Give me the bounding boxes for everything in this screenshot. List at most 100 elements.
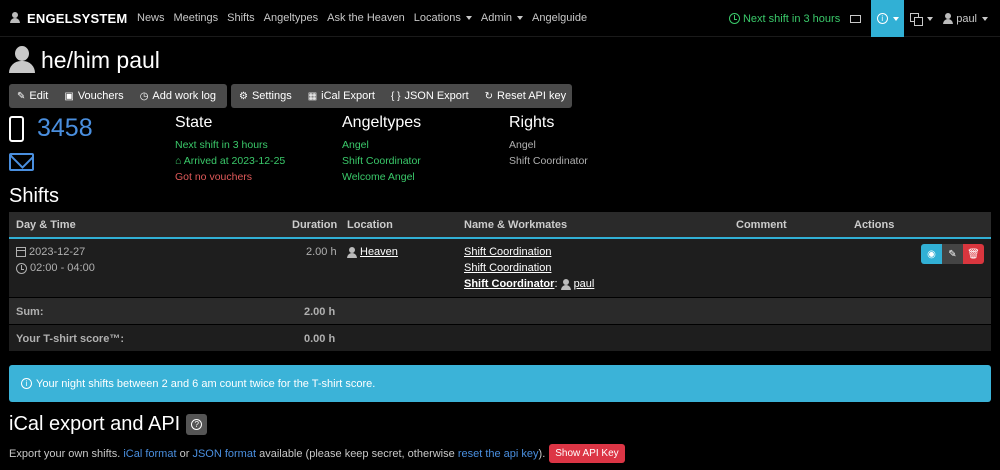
ical-export-label: iCal Export <box>321 90 375 102</box>
shift-workmates: Shift Coordinator : paul <box>464 278 594 290</box>
nav-angeltypes[interactable]: Angeltypes <box>264 12 318 24</box>
phone-info: 3458 <box>9 114 93 143</box>
chevron-down-icon <box>465 16 472 20</box>
column-header: Comment <box>736 219 787 231</box>
shift-type-link[interactable]: Shift Coordination <box>464 262 551 274</box>
alert-text: Your night shifts between 2 and 6 am cou… <box>36 377 376 390</box>
language-dropdown[interactable] <box>910 13 934 26</box>
shift-time: 02:00 - 04:00 <box>16 262 95 274</box>
view-button[interactable]: ◉ <box>921 244 942 264</box>
user-dropdown[interactable]: paul <box>943 13 988 25</box>
nav-locations-dropdown[interactable]: Locations <box>414 12 472 24</box>
user-icon <box>560 278 571 290</box>
edit-button[interactable]: ✎ Edit <box>9 84 56 108</box>
shift-date-text: 2023-12-27 <box>29 246 86 258</box>
pencil-icon: ✎ <box>948 248 957 260</box>
location-pin-icon <box>347 246 357 258</box>
next-shift-link[interactable]: Next shift in 3 hours <box>728 12 841 25</box>
shift-name-link[interactable]: Shift Coordination <box>464 246 551 258</box>
score-label: Your T-shirt score™: <box>16 333 124 345</box>
ical-text: Export your own shifts. <box>9 447 121 460</box>
nav-shifts[interactable]: Shifts <box>227 12 255 24</box>
clock-icon <box>16 262 27 274</box>
nav-news[interactable]: News <box>137 12 165 24</box>
reset-api-key-button[interactable]: ↻ Reset API key <box>477 84 574 108</box>
angeltype-item[interactable]: Angel <box>342 137 421 153</box>
page-title-text: he/him paul <box>41 46 160 73</box>
nav-admin-dropdown[interactable]: Admin <box>480 12 524 24</box>
edit-label: Edit <box>29 90 49 102</box>
email-icon[interactable] <box>9 153 34 171</box>
sum-value: 2.00 h <box>304 306 336 318</box>
phone-icon <box>9 115 24 142</box>
info-dropdown[interactable]: i <box>871 0 905 37</box>
ical-text: or <box>179 447 190 460</box>
nav-meetings[interactable]: Meetings <box>174 12 219 24</box>
braces-icon: { } <box>390 90 401 102</box>
ical-export-button[interactable]: ▦ iCal Export <box>300 84 383 108</box>
nav-ask-heaven[interactable]: Ask the Heaven <box>327 12 405 24</box>
angeltype-item[interactable]: Welcome Angel <box>342 169 421 185</box>
nav-admin-label: Admin <box>480 12 513 24</box>
chevron-down-icon <box>892 16 899 21</box>
json-format-link[interactable]: JSON format <box>192 448 256 460</box>
ical-text: ). <box>538 447 546 460</box>
ticket-icon: ▣ <box>64 90 74 102</box>
eye-icon: ◉ <box>927 248 936 260</box>
clock-icon: ◷ <box>139 90 149 102</box>
rights-column: Rights Angel Shift Coordinator <box>509 114 588 169</box>
ical-heading-text: iCal export and API <box>9 413 181 435</box>
nav-angelguide[interactable]: Angelguide <box>532 12 587 24</box>
score-row: Your T-shirt score™: 0.00 h <box>9 325 991 352</box>
angeltype-item[interactable]: Shift Coordinator <box>342 153 421 169</box>
user-icon <box>943 13 954 24</box>
messages-icon[interactable] <box>850 14 862 23</box>
add-work-log-button[interactable]: ◷ Add work log <box>132 84 224 108</box>
trash-icon: 🗑 <box>967 248 980 260</box>
next-shift-text: Next shift in 3 hours <box>742 12 841 25</box>
sum-row: Sum: 2.00 h <box>9 298 991 325</box>
vouchers-label: Vouchers <box>77 90 124 102</box>
shift-location-link[interactable]: Heaven <box>347 246 398 258</box>
nav-locations-label: Locations <box>413 12 461 24</box>
show-api-key-button[interactable]: Show API Key <box>549 444 625 463</box>
rights-heading: Rights <box>509 114 555 131</box>
question-icon: ? <box>191 419 203 430</box>
ical-format-link[interactable]: iCal format <box>123 448 176 460</box>
table-header: Day & Time Duration Location Name & Work… <box>9 212 991 239</box>
phone-number[interactable]: 3458 <box>37 114 93 143</box>
column-header: Location <box>347 219 393 231</box>
shifts-heading: Shifts <box>9 185 60 207</box>
calendar-icon: ▦ <box>307 90 318 102</box>
brand-link[interactable]: ENGELSYSTEM <box>10 11 127 26</box>
state-arrived: ⌂ Arrived at 2023-12-25 <box>175 153 285 169</box>
settings-button[interactable]: ⚙ Settings <box>231 84 300 108</box>
reset-api-key-link[interactable]: reset the api key <box>458 448 539 460</box>
angel-logo-icon <box>10 11 24 26</box>
nav-links: News Meetings Shifts Angeltypes Ask the … <box>137 12 596 24</box>
chevron-down-icon <box>982 16 988 21</box>
users-gear-icon: ⚙ <box>239 90 248 102</box>
calendar-icon <box>16 247 26 257</box>
vouchers-button[interactable]: ▣ Vouchers <box>56 84 131 108</box>
right-item: Shift Coordinator <box>509 155 588 167</box>
column-header: Name & Workmates <box>464 219 568 231</box>
ical-heading: iCal export and API ? <box>9 413 208 436</box>
edit-shift-button[interactable]: ✎ <box>942 244 963 264</box>
right-item: Angel <box>509 139 536 151</box>
column-header: Day & Time <box>16 219 76 231</box>
json-export-button[interactable]: { } JSON Export <box>383 84 477 108</box>
translate-icon <box>910 13 924 26</box>
angeltypes-column: Angeltypes Angel Shift Coordinator Welco… <box>342 114 421 185</box>
help-button[interactable]: ? <box>186 414 208 435</box>
ical-text: available (please keep secret, otherwise <box>259 447 455 460</box>
refresh-icon: ↻ <box>484 90 494 102</box>
info-icon: i <box>876 13 888 24</box>
json-export-label: JSON Export <box>404 90 469 102</box>
delete-button[interactable]: 🗑 <box>963 244 984 264</box>
shift-role-link[interactable]: Shift Coordinator <box>464 278 554 290</box>
shift-date: 2023-12-27 <box>16 246 85 258</box>
row-actions: ◉ ✎ 🗑 <box>921 244 984 264</box>
shift-location-text: Heaven <box>360 246 398 258</box>
workmate-link[interactable]: paul <box>574 278 595 290</box>
